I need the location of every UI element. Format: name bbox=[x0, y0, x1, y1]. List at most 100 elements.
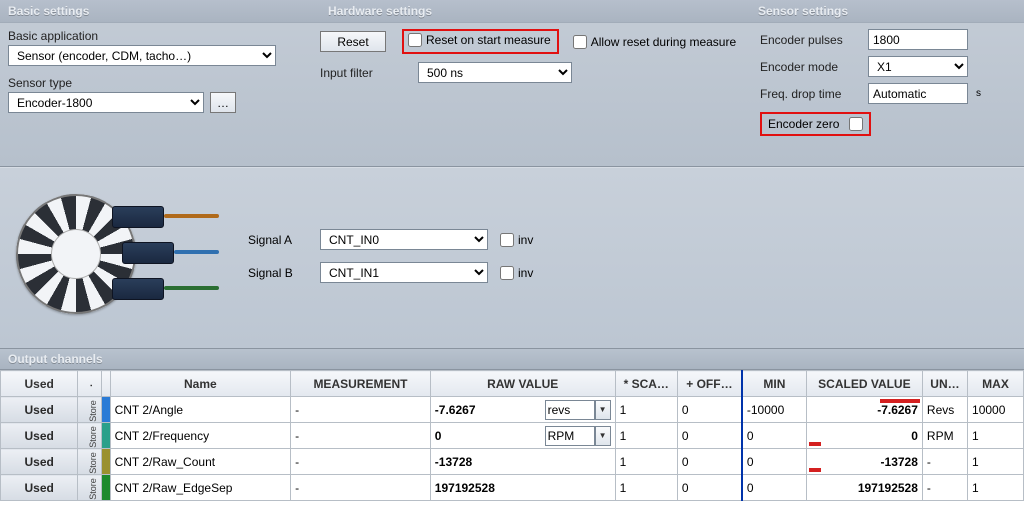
allow-reset-checkbox[interactable] bbox=[573, 35, 587, 49]
input-filter-label: Input filter bbox=[320, 66, 398, 80]
signal-b-label: Signal B bbox=[248, 266, 308, 280]
used-toggle[interactable]: Used bbox=[1, 475, 78, 501]
store-toggle[interactable]: Store bbox=[78, 475, 102, 501]
chevron-down-icon[interactable]: ▼ bbox=[595, 426, 611, 446]
freq-drop-input[interactable] bbox=[868, 83, 968, 104]
col-color-header[interactable] bbox=[102, 371, 111, 397]
scale-cell[interactable]: 1 bbox=[615, 423, 677, 449]
store-toggle[interactable]: Store bbox=[78, 449, 102, 475]
measurement-cell[interactable]: - bbox=[291, 475, 431, 501]
scale-cell[interactable]: 1 bbox=[615, 397, 677, 423]
raw-value: 0 bbox=[435, 429, 442, 443]
max-cell[interactable]: 10000 bbox=[968, 397, 1024, 423]
col-min-header[interactable]: MIN bbox=[742, 371, 806, 397]
raw-cell[interactable]: -7.6267 ▼ bbox=[430, 397, 615, 423]
col-store-header[interactable]: . bbox=[78, 371, 102, 397]
col-name-header[interactable]: Name bbox=[110, 371, 291, 397]
col-used-header[interactable]: Used bbox=[1, 371, 78, 397]
output-channels-table: Used . Name MEASUREMENT RAW VALUE * SCA…… bbox=[0, 370, 1024, 501]
sensor-block-icon bbox=[112, 206, 164, 228]
sensor-type-select[interactable]: Encoder-1800 bbox=[8, 92, 204, 113]
raw-value: -13728 bbox=[435, 455, 472, 469]
store-toggle[interactable]: Store bbox=[78, 423, 102, 449]
table-row[interactable]: UsedStoreCNT 2/Frequency-0 ▼ 1000RPM1 bbox=[1, 423, 1024, 449]
col-max-header[interactable]: MAX bbox=[968, 371, 1024, 397]
unit-cell[interactable]: - bbox=[922, 475, 967, 501]
used-toggle[interactable]: Used bbox=[1, 423, 78, 449]
min-cell[interactable]: 0 bbox=[742, 423, 806, 449]
sensor-column: Encoder pulses Encoder mode X1 Freq. dro… bbox=[750, 29, 1016, 136]
col-scaled-header[interactable]: SCALED VALUE bbox=[806, 371, 922, 397]
signal-a-label: Signal A bbox=[248, 233, 308, 247]
used-toggle[interactable]: Used bbox=[1, 397, 78, 423]
signal-b-select[interactable]: CNT_IN1 bbox=[320, 262, 488, 283]
offset-cell[interactable]: 0 bbox=[677, 449, 741, 475]
reset-on-start-highlight: Reset on start measure bbox=[402, 29, 559, 54]
signal-b-inv-checkbox[interactable] bbox=[500, 266, 514, 280]
store-toggle[interactable]: Store bbox=[78, 397, 102, 423]
signal-panel: Signal A CNT_IN0 inv Signal B CNT_IN1 in… bbox=[0, 167, 1024, 349]
raw-cell[interactable]: 0 ▼ bbox=[430, 423, 615, 449]
raw-value: -7.6267 bbox=[435, 403, 476, 417]
channel-name[interactable]: CNT 2/Raw_EdgeSep bbox=[110, 475, 291, 501]
sensor-type-browse-button[interactable]: … bbox=[210, 92, 236, 113]
min-cell[interactable]: 0 bbox=[742, 475, 806, 501]
scale-cell[interactable]: 1 bbox=[615, 475, 677, 501]
signal-b-inv-label: inv bbox=[518, 266, 533, 280]
unit-cell[interactable]: Revs bbox=[922, 397, 967, 423]
scale-cell[interactable]: 1 bbox=[615, 449, 677, 475]
output-channels-header: Output channels bbox=[0, 349, 1024, 370]
min-cell[interactable]: -10000 bbox=[742, 397, 806, 423]
color-chip[interactable] bbox=[102, 397, 111, 423]
encoder-pulses-input[interactable] bbox=[868, 29, 968, 50]
scaled-value-cell: -7.6267 bbox=[806, 397, 922, 423]
raw-cell[interactable]: -13728 bbox=[430, 449, 615, 475]
unit-cell[interactable]: RPM bbox=[922, 423, 967, 449]
raw-cell[interactable]: 197192528 bbox=[430, 475, 615, 501]
used-toggle[interactable]: Used bbox=[1, 449, 78, 475]
max-cell[interactable]: 1 bbox=[968, 423, 1024, 449]
measurement-cell[interactable]: - bbox=[291, 423, 431, 449]
header-sensor: Sensor settings bbox=[750, 0, 1024, 22]
chevron-down-icon[interactable]: ▼ bbox=[595, 400, 611, 420]
encoder-mode-select[interactable]: X1 bbox=[868, 56, 968, 77]
min-cell[interactable]: 0 bbox=[742, 449, 806, 475]
scaled-value-cell: -13728 bbox=[806, 449, 922, 475]
measurement-cell[interactable]: - bbox=[291, 449, 431, 475]
basic-column: Basic application Sensor (encoder, CDM, … bbox=[8, 29, 320, 136]
signal-a-inv-checkbox[interactable] bbox=[500, 233, 514, 247]
encoder-zero-checkbox[interactable] bbox=[849, 117, 863, 131]
offset-cell[interactable]: 0 bbox=[677, 397, 741, 423]
table-row[interactable]: UsedStoreCNT 2/Raw_Count--13728100-13728… bbox=[1, 449, 1024, 475]
basic-app-select[interactable]: Sensor (encoder, CDM, tacho…) bbox=[8, 45, 276, 66]
reset-on-start-checkbox[interactable] bbox=[408, 33, 422, 47]
signal-a-select[interactable]: CNT_IN0 bbox=[320, 229, 488, 250]
reset-on-start-label: Reset on start measure bbox=[426, 33, 551, 47]
col-unit-header[interactable]: UN… bbox=[922, 371, 967, 397]
raw-unit-input[interactable] bbox=[545, 426, 595, 446]
color-chip[interactable] bbox=[102, 423, 111, 449]
channel-name[interactable]: CNT 2/Frequency bbox=[110, 423, 291, 449]
raw-unit-input[interactable] bbox=[545, 400, 595, 420]
table-row[interactable]: UsedStoreCNT 2/Raw_EdgeSep-1971925281001… bbox=[1, 475, 1024, 501]
col-raw-header[interactable]: RAW VALUE bbox=[430, 371, 615, 397]
max-cell[interactable]: 1 bbox=[968, 475, 1024, 501]
input-filter-select[interactable]: 500 ns bbox=[418, 62, 572, 83]
max-cell[interactable]: 1 bbox=[968, 449, 1024, 475]
wire-icon bbox=[164, 214, 219, 218]
unit-cell[interactable]: - bbox=[922, 449, 967, 475]
col-scale-header[interactable]: * SCA… bbox=[615, 371, 677, 397]
col-offset-header[interactable]: + OFF… bbox=[677, 371, 741, 397]
offset-cell[interactable]: 0 bbox=[677, 423, 741, 449]
table-row[interactable]: UsedStoreCNT 2/Angle--7.6267 ▼ 10-10000-… bbox=[1, 397, 1024, 423]
hardware-column: Reset Reset on start measure Allow reset… bbox=[320, 29, 750, 136]
color-chip[interactable] bbox=[102, 449, 111, 475]
measurement-cell[interactable]: - bbox=[291, 397, 431, 423]
color-chip[interactable] bbox=[102, 475, 111, 501]
channel-name[interactable]: CNT 2/Angle bbox=[110, 397, 291, 423]
reset-button[interactable]: Reset bbox=[320, 31, 386, 52]
channel-name[interactable]: CNT 2/Raw_Count bbox=[110, 449, 291, 475]
col-measurement-header[interactable]: MEASUREMENT bbox=[291, 371, 431, 397]
wire-icon bbox=[164, 286, 219, 290]
offset-cell[interactable]: 0 bbox=[677, 475, 741, 501]
